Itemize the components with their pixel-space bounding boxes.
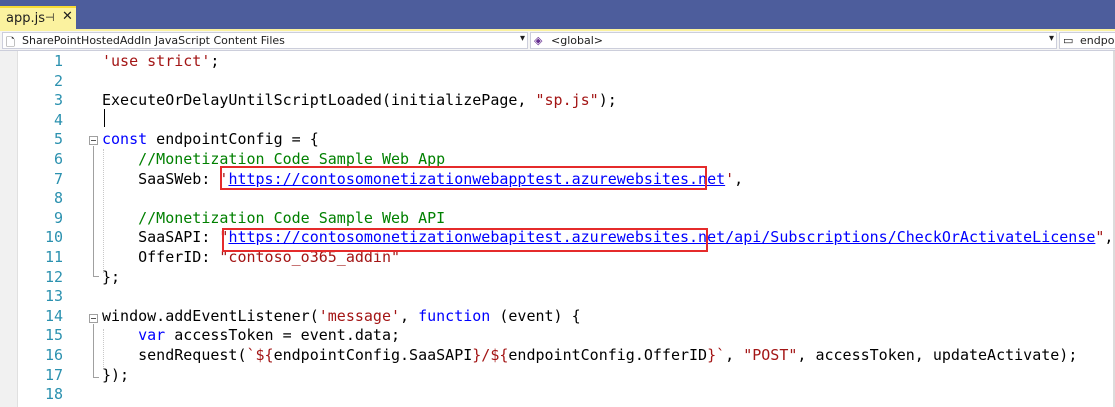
code-text: //Monetization Code Sample Web API bbox=[102, 208, 445, 228]
code-line[interactable]: 17}); bbox=[0, 365, 1115, 385]
code-token: }/${ bbox=[472, 346, 509, 364]
code-line[interactable]: 18 bbox=[0, 384, 1115, 404]
chevron-down-icon: ▾ bbox=[519, 33, 525, 44]
code-token: window.addEventListener( bbox=[102, 306, 319, 325]
text-caret bbox=[104, 109, 105, 127]
code-token: `${ bbox=[246, 346, 274, 364]
code-text: }; bbox=[102, 267, 120, 287]
code-token: accessToken = event.data; bbox=[165, 326, 401, 345]
code-line[interactable]: 14 window.addEventListener('message', fun… bbox=[0, 306, 1115, 326]
highlight-box-saasweb-url bbox=[220, 166, 707, 190]
member-field-icon: ▭ bbox=[1063, 34, 1074, 47]
code-token: var bbox=[138, 326, 166, 345]
code-token: sendRequest( bbox=[102, 346, 247, 364]
line-number: 3 bbox=[53, 91, 63, 110]
line-number: 12 bbox=[44, 267, 63, 286]
code-token: endpointConfig.OfferID bbox=[508, 346, 708, 364]
code-line[interactable]: 13 bbox=[0, 286, 1115, 306]
code-token: SaaSAPI: bbox=[102, 228, 220, 247]
code-token: "sp.js" bbox=[535, 91, 599, 110]
code-line[interactable]: 9 //Monetization Code Sample Web API bbox=[0, 208, 1115, 228]
code-token: endpointConfig.SaaSAPI bbox=[273, 346, 473, 364]
code-token: ); bbox=[598, 91, 617, 110]
code-editor[interactable]: 1 'use strict'; 2 3 ExecuteOrDelayUntilScrip… bbox=[0, 51, 1115, 407]
code-token: , bbox=[734, 169, 744, 188]
member-dropdown[interactable]: ▭ endpo bbox=[1059, 32, 1115, 49]
code-token: ' bbox=[725, 169, 735, 188]
close-icon[interactable]: ✕ bbox=[62, 9, 73, 24]
code-line[interactable]: 4 bbox=[0, 110, 1115, 130]
code-line[interactable]: 5 const endpointConfig = { bbox=[0, 129, 1115, 149]
code-line[interactable]: 15 var accessToken = event.data; bbox=[0, 325, 1115, 345]
highlight-box-saasapi-url bbox=[222, 228, 708, 252]
line-number: 2 bbox=[53, 71, 63, 90]
code-line[interactable]: 3 ExecuteOrDelayUntilScriptLoaded(initial… bbox=[0, 90, 1115, 110]
code-text: const endpointConfig = { bbox=[102, 129, 319, 149]
project-dropdown-value: SharePointHostedAddIn JavaScript Content… bbox=[22, 34, 285, 47]
chevron-down-icon: ▾ bbox=[1048, 33, 1054, 44]
code-text: sendRequest(`${endpointConfig.SaaSAPI}/$… bbox=[102, 345, 1077, 365]
code-line[interactable]: 8 bbox=[0, 188, 1115, 208]
code-token: 'message' bbox=[318, 306, 401, 325]
member-dropdown-value: endpo bbox=[1080, 34, 1115, 47]
code-line[interactable]: 16 sendRequest(`${endpointConfig.SaaSAPI… bbox=[0, 345, 1115, 365]
line-number: 8 bbox=[53, 189, 63, 208]
line-number: 16 bbox=[44, 346, 63, 364]
code-token: "POST" bbox=[743, 346, 798, 364]
code-token: , bbox=[400, 306, 419, 325]
code-token: ExecuteOrDelayUntilScriptLoaded(initiali… bbox=[102, 91, 536, 110]
line-number: 7 bbox=[53, 169, 63, 188]
code-token: }` bbox=[707, 346, 726, 364]
code-line[interactable]: 1 'use strict'; bbox=[0, 51, 1115, 71]
line-number: 13 bbox=[44, 287, 63, 306]
scope-cube-icon: ◈ bbox=[534, 34, 543, 47]
line-number: 15 bbox=[44, 326, 63, 345]
code-text: }); bbox=[102, 365, 129, 385]
tab-label: app.js bbox=[6, 11, 45, 26]
line-number: 5 bbox=[53, 130, 63, 149]
code-token: function bbox=[418, 306, 491, 325]
code-token: ; bbox=[210, 52, 220, 70]
tab-app-js[interactable]: app.js ⊣ ✕ bbox=[0, 6, 76, 29]
line-number: 4 bbox=[53, 110, 63, 129]
line-number: 18 bbox=[44, 385, 63, 404]
code-token: endpointConfig = { bbox=[147, 130, 319, 149]
line-number: 10 bbox=[44, 228, 63, 247]
code-text: window.addEventListener('message', funct… bbox=[102, 306, 581, 326]
code-token: 'use strict' bbox=[102, 52, 211, 70]
line-number: 17 bbox=[44, 365, 63, 384]
project-dropdown[interactable]: 🗋 SharePointHostedAddIn JavaScript Conte… bbox=[2, 32, 528, 49]
code-line[interactable]: 12}; bbox=[0, 267, 1115, 287]
code-token: SaaSWeb: bbox=[102, 169, 220, 188]
code-token: }; bbox=[102, 267, 121, 286]
line-number: 11 bbox=[44, 248, 63, 266]
line-number: 14 bbox=[44, 306, 63, 325]
code-token: , bbox=[725, 346, 744, 364]
document-tab-strip: app.js ⊣ ✕ bbox=[0, 0, 1115, 29]
code-token: const bbox=[102, 130, 148, 149]
line-number: 6 bbox=[53, 150, 63, 168]
code-token: OfferID: bbox=[102, 248, 220, 266]
code-text: 'use strict'; bbox=[102, 51, 219, 71]
pin-icon[interactable]: ⊣ bbox=[45, 11, 55, 24]
code-text: var accessToken = event.data; bbox=[102, 325, 400, 345]
code-token: }); bbox=[102, 365, 130, 384]
line-number: 9 bbox=[53, 208, 63, 227]
code-text: ExecuteOrDelayUntilScriptLoaded(initiali… bbox=[102, 90, 617, 110]
code-line[interactable]: 2 bbox=[0, 71, 1115, 91]
scope-dropdown-value: <global> bbox=[551, 34, 603, 47]
line-number: 1 bbox=[53, 52, 63, 70]
scope-dropdown[interactable]: ◈ <global> ▾ bbox=[530, 32, 1057, 49]
code-token: //Monetization Code Sample Web API bbox=[102, 208, 446, 227]
navigation-bar: 🗋 SharePointHostedAddIn JavaScript Conte… bbox=[0, 31, 1115, 51]
code-token: , accessToken, updateActivate); bbox=[797, 346, 1078, 364]
code-token: (event) { bbox=[490, 306, 581, 325]
